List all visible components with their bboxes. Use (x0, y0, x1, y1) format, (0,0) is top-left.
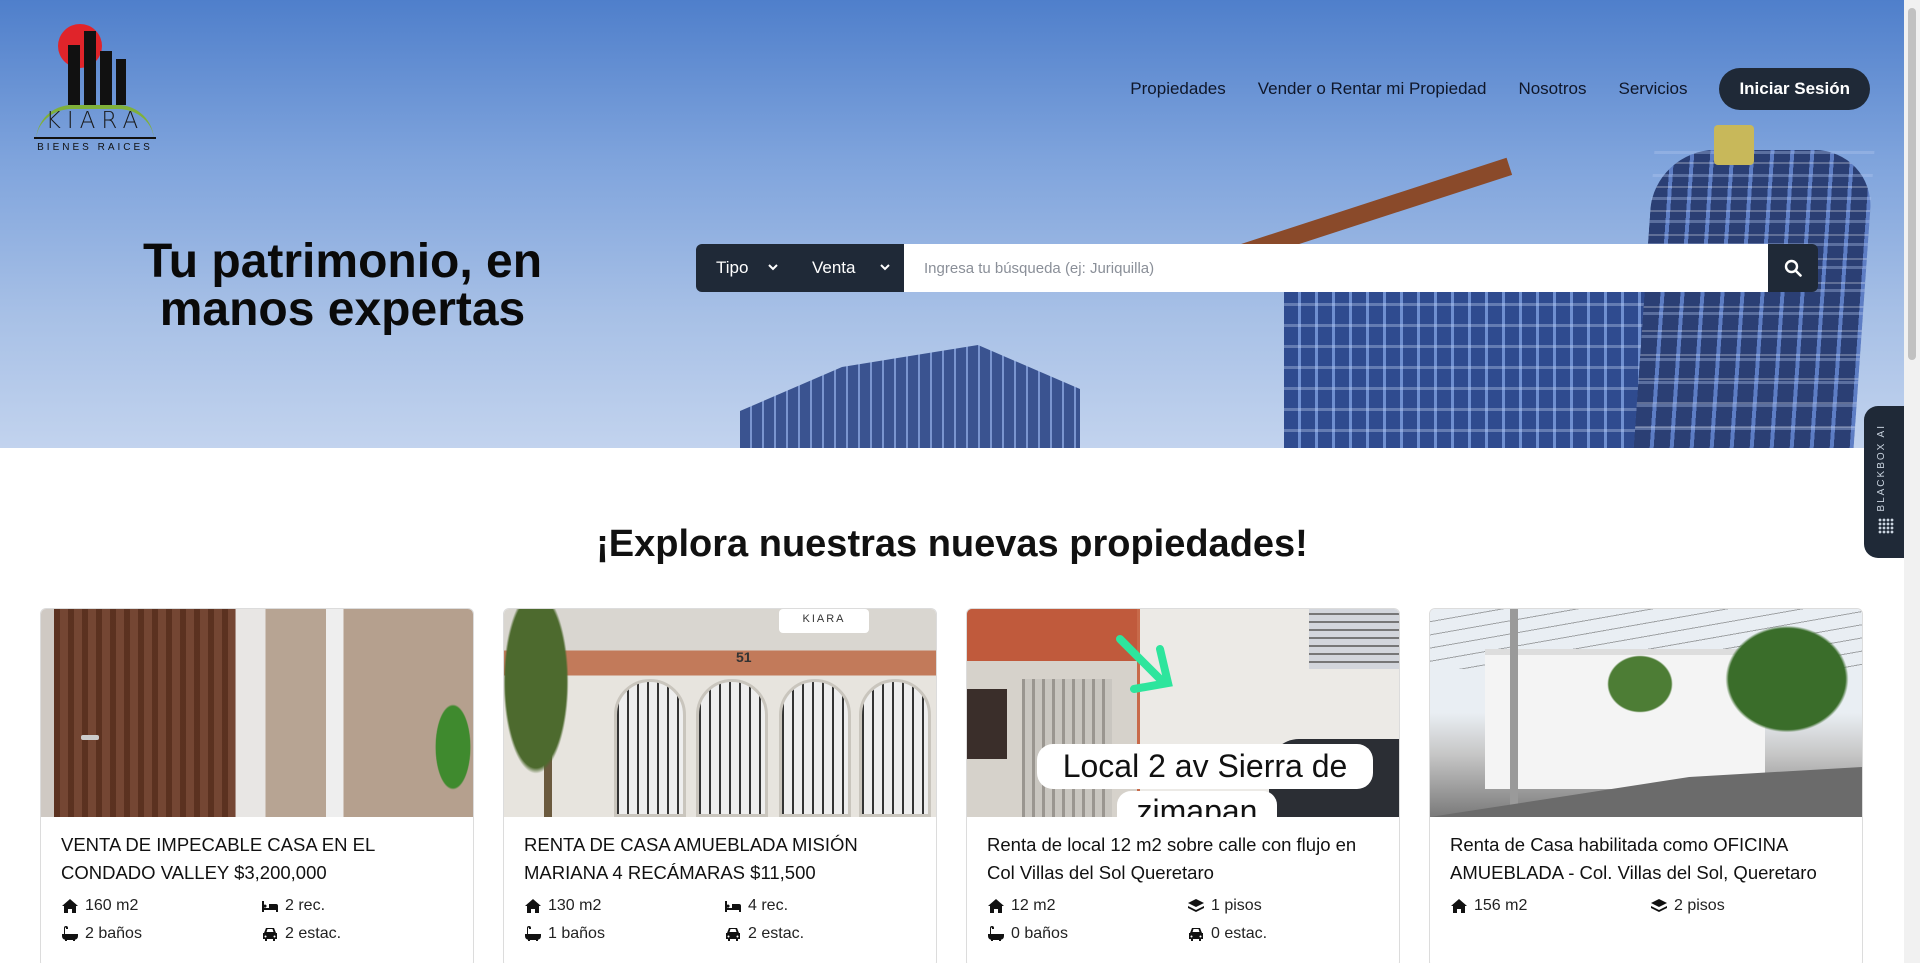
property-image[interactable]: Local 2 av Sierra de zimapan (967, 609, 1399, 817)
property-image[interactable] (41, 609, 473, 817)
home-icon (62, 899, 78, 913)
property-title[interactable]: Renta de Casa habilitada como OFICINA AM… (1450, 831, 1842, 887)
search-icon (1784, 259, 1802, 277)
property-baths: 2 baños (85, 925, 142, 942)
search-button[interactable] (1768, 244, 1818, 292)
home-icon (525, 899, 541, 913)
property-card[interactable]: KIARA 51 RENTA DE CASA AMUEBLADA MISIÓN … (503, 608, 937, 963)
arrow-icon (1116, 635, 1173, 693)
hero-headline: Tu patrimonio, en manos expertas (90, 238, 595, 334)
property-baths: 1 baños (548, 925, 605, 942)
hero-building-top (1714, 125, 1754, 165)
home-icon (1451, 899, 1467, 913)
property-floors: 1 pisos (1211, 897, 1262, 914)
bath-icon (525, 926, 541, 941)
operacion-select[interactable]: Venta (792, 244, 904, 292)
nav-item-nosotros[interactable]: Nosotros (1518, 79, 1586, 99)
hero-building-tower (1633, 150, 1875, 448)
chevron-down-icon (768, 262, 778, 274)
property-parking: 2 estac. (748, 925, 805, 942)
login-button[interactable]: Iniciar Sesión (1719, 68, 1870, 110)
search-bar: Tipo Venta (696, 244, 1818, 292)
layers-icon (1651, 899, 1667, 912)
layers-icon (1188, 899, 1204, 912)
tipo-select[interactable]: Tipo (696, 244, 792, 292)
bed-icon (725, 901, 741, 912)
property-meta: 160 m2 2 rec. 2 baños 2 estac. (61, 897, 453, 943)
scrollbar-thumb[interactable] (1908, 8, 1916, 360)
property-card[interactable]: Local 2 av Sierra de zimapan Renta de lo… (966, 608, 1400, 963)
image-caption: Local 2 av Sierra de (1037, 744, 1373, 789)
tipo-select-label: Tipo (716, 258, 749, 277)
property-title[interactable]: VENTA DE IMPECABLE CASA EN EL CONDADO VA… (61, 831, 453, 887)
operacion-select-label: Venta (812, 258, 856, 277)
property-card[interactable]: VENTA DE IMPECABLE CASA EN EL CONDADO VA… (40, 608, 474, 963)
page-scrollbar[interactable] (1904, 0, 1920, 963)
chevron-down-icon (880, 262, 890, 274)
bath-icon (62, 926, 78, 941)
blackbox-ai-label: BLACKBOX AI (1876, 424, 1887, 512)
property-meta: 12 m2 1 pisos 0 baños 0 estac. (987, 897, 1379, 943)
property-parking: 0 estac. (1211, 925, 1268, 942)
property-title[interactable]: RENTA DE CASA AMUEBLADA MISIÓN MARIANA 4… (524, 831, 916, 887)
property-rooms: 2 rec. (285, 897, 326, 914)
image-caption-2: zimapan (1117, 791, 1277, 817)
property-area: 130 m2 (548, 897, 602, 914)
search-input[interactable] (904, 244, 1768, 292)
hero-headline-line2: manos expertas (159, 283, 526, 336)
property-rooms: 4 rec. (748, 897, 789, 914)
car-icon (726, 928, 740, 941)
nav-item-servicios[interactable]: Servicios (1618, 79, 1687, 99)
property-meta: 130 m2 4 rec. 1 baños 2 estac. (524, 897, 916, 943)
property-title[interactable]: Renta de local 12 m2 sobre calle con flu… (987, 831, 1379, 887)
car-icon (263, 928, 277, 941)
property-area: 156 m2 (1474, 897, 1528, 914)
home-icon (988, 899, 1004, 913)
car-icon (1189, 928, 1203, 941)
nav-item-propiedades[interactable]: Propiedades (1130, 79, 1225, 99)
hero-headline-line1: Tu patrimonio, en (142, 235, 543, 288)
property-area: 12 m2 (1011, 897, 1056, 914)
property-image[interactable] (1430, 609, 1862, 817)
brand-name: KIARA (45, 108, 145, 134)
image-house-number: 51 (736, 649, 752, 665)
bed-icon (262, 901, 278, 912)
property-image[interactable]: KIARA 51 (504, 609, 936, 817)
property-parking: 2 estac. (285, 925, 342, 942)
bath-icon (988, 926, 1004, 941)
hero-building-low (740, 345, 1080, 448)
property-card[interactable]: Renta de Casa habilitada como OFICINA AM… (1429, 608, 1863, 963)
brand-tagline: BIENES RAICES (37, 142, 153, 153)
main-nav: Propiedades Vender o Rentar mi Propiedad… (1130, 68, 1870, 110)
property-area: 160 m2 (85, 897, 139, 914)
image-sign: KIARA (779, 609, 869, 633)
property-baths: 0 baños (1011, 925, 1068, 942)
nav-item-vender-rentar[interactable]: Vender o Rentar mi Propiedad (1258, 79, 1487, 99)
property-floors: 2 pisos (1674, 897, 1725, 914)
section-title: ¡Explora nuestras nuevas propiedades! (596, 523, 1308, 565)
brand-logo[interactable]: KIARA BIENES RAICES (30, 20, 160, 155)
property-meta: 156 m2 2 pisos (1450, 897, 1842, 915)
